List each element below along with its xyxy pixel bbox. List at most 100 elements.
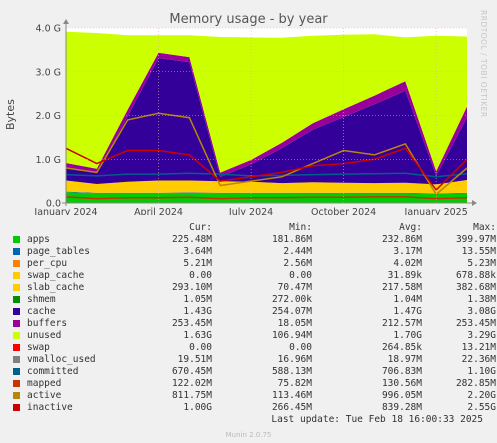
y-tick-label: 1.0 G	[36, 155, 62, 166]
x-tick-label: October 2024	[311, 207, 376, 215]
legend-min: 75.82M	[277, 378, 312, 389]
legend-cur: 253.45M	[171, 318, 212, 329]
legend-swatch	[13, 356, 20, 363]
legend-max: 13.55M	[461, 246, 496, 257]
legend-min: 16.96M	[277, 354, 312, 365]
legend-name: apps	[27, 234, 50, 245]
legend-name: buffers	[27, 318, 68, 329]
legend-min: 266.45M	[271, 402, 312, 413]
legend-swatch	[13, 260, 20, 267]
legend-cur: 19.51M	[177, 354, 212, 365]
legend-row-committed: committed 670.45M 588.13M 706.83M 1.10G	[12, 366, 496, 378]
legend-min: 113.46M	[271, 390, 312, 401]
legend-avg: 18.97M	[387, 354, 422, 365]
legend-swatch	[13, 344, 20, 351]
legend-row-mapped: mapped 122.02M 75.82M 130.56M 282.85M	[12, 378, 496, 390]
legend-name: swap_cache	[27, 270, 85, 281]
legend-name: cache	[27, 306, 56, 317]
legend-swatch	[13, 272, 20, 279]
legend-row-cache: cache 1.43G 254.07M 1.47G 3.08G	[12, 306, 496, 318]
legend-rows: apps 225.48M 181.86M 232.86M 399.97M page_tab…	[12, 234, 496, 414]
y-tick-label: 4.0 G	[36, 24, 62, 35]
legend-name: swap	[27, 342, 50, 353]
legend-avg: 212.57M	[381, 318, 422, 329]
legend-avg: 706.83M	[381, 366, 422, 377]
legend-swatch	[13, 248, 20, 255]
header-cur: Cur:	[189, 222, 212, 233]
legend-cur: 1.43G	[183, 306, 212, 317]
legend-name: page_tables	[27, 246, 90, 257]
last-update: Last update: Tue Feb 18 16:00:33 2025	[271, 414, 483, 425]
legend-name: unused	[27, 330, 62, 341]
x-tick-label: January 2024	[33, 207, 97, 215]
legend-name: vmalloc_used	[27, 354, 96, 365]
legend-avg: 130.56M	[381, 378, 422, 389]
stacked-areas	[66, 31, 467, 203]
header-avg: Avg:	[399, 222, 422, 233]
legend-row-shmem: shmem 1.05M 272.00k 1.04M 1.38M	[12, 294, 496, 306]
legend-swatch	[13, 392, 20, 399]
legend-max: 13.21M	[461, 342, 496, 353]
legend-name: active	[27, 390, 62, 401]
memory-chart: 0.01.0 G2.0 G3.0 G4.0 G January 2024 Apri…	[33, 19, 477, 215]
legend-min: 2.44M	[283, 246, 312, 257]
legend-name: slab_cache	[27, 282, 85, 293]
legend-header: Cur: Min: Avg: Max:	[12, 222, 496, 234]
legend-swatch	[13, 308, 20, 315]
legend-cur: 1.63G	[183, 330, 212, 341]
x-tick-label: January 2025	[404, 207, 468, 215]
legend-avg: 839.28M	[381, 402, 422, 413]
legend-max: 282.85M	[455, 378, 496, 389]
legend-cur: 0.00	[189, 342, 212, 353]
legend-row-inactive: inactive 1.00G 266.45M 839.28M 2.55G	[12, 402, 496, 414]
legend-min: 588.13M	[271, 366, 312, 377]
legend-row-page-tables: page_tables 3.64M 2.44M 3.17M 13.55M	[12, 246, 496, 258]
legend-cur: 293.10M	[171, 282, 212, 293]
legend-row-per-cpu: per_cpu 5.21M 2.56M 4.02M 5.23M	[12, 258, 496, 270]
legend-row-swap: swap 0.00 0.00 264.85k 13.21M	[12, 342, 496, 354]
legend-min: 106.94M	[271, 330, 312, 341]
legend-max: 399.97M	[455, 234, 496, 245]
legend-avg: 3.17M	[393, 246, 422, 257]
legend-row-slab-cache: slab_cache 293.10M 70.47M 217.58M 382.68M	[12, 282, 496, 294]
legend-max: 1.10G	[467, 366, 496, 377]
legend-swatch	[13, 404, 20, 411]
legend-max: 678.88k	[455, 270, 496, 281]
legend-max: 22.36M	[461, 354, 496, 365]
legend-min: 2.56M	[283, 258, 312, 269]
x-tick-label: April 2024	[134, 207, 183, 215]
legend-max: 253.45M	[455, 318, 496, 329]
legend-cur: 3.64M	[183, 246, 212, 257]
legend-row-swap-cache: swap_cache 0.00 0.00 31.89k 678.88k	[12, 270, 496, 282]
legend-avg: 1.70G	[393, 330, 422, 341]
legend-swatch	[13, 284, 20, 291]
x-tick-labels: January 2024 April 2024 July 2024 October 2…	[33, 207, 467, 215]
x-tick-label: July 2024	[228, 207, 273, 215]
legend-row-apps: apps 225.48M 181.86M 232.86M 399.97M	[12, 234, 496, 246]
legend-swatch	[13, 236, 20, 243]
legend-swatch	[13, 380, 20, 387]
legend-max: 3.08G	[467, 306, 496, 317]
legend-swatch	[13, 320, 20, 327]
legend-avg: 264.85k	[381, 342, 422, 353]
legend-max: 2.55G	[467, 402, 496, 413]
legend-min: 0.00	[289, 342, 312, 353]
header-min: Min:	[289, 222, 312, 233]
legend-avg: 1.04M	[393, 294, 422, 305]
legend-avg: 1.47G	[393, 306, 422, 317]
legend-name: shmem	[27, 294, 56, 305]
munin-version: Munin 2.0.75	[225, 431, 272, 439]
legend-max: 3.29G	[467, 330, 496, 341]
legend-max: 1.38M	[467, 294, 496, 305]
legend-cur: 0.00	[189, 270, 212, 281]
legend-min: 254.07M	[271, 306, 312, 317]
y-tick-label: 3.0 G	[36, 67, 62, 78]
legend-swatch	[13, 296, 20, 303]
legend-swatch	[13, 332, 20, 339]
legend-min: 0.00	[289, 270, 312, 281]
legend-avg: 232.86M	[381, 234, 422, 245]
legend-avg: 31.89k	[387, 270, 422, 281]
legend-cur: 670.45M	[171, 366, 212, 377]
legend-name: committed	[27, 366, 79, 377]
header-max: Max:	[473, 222, 496, 233]
